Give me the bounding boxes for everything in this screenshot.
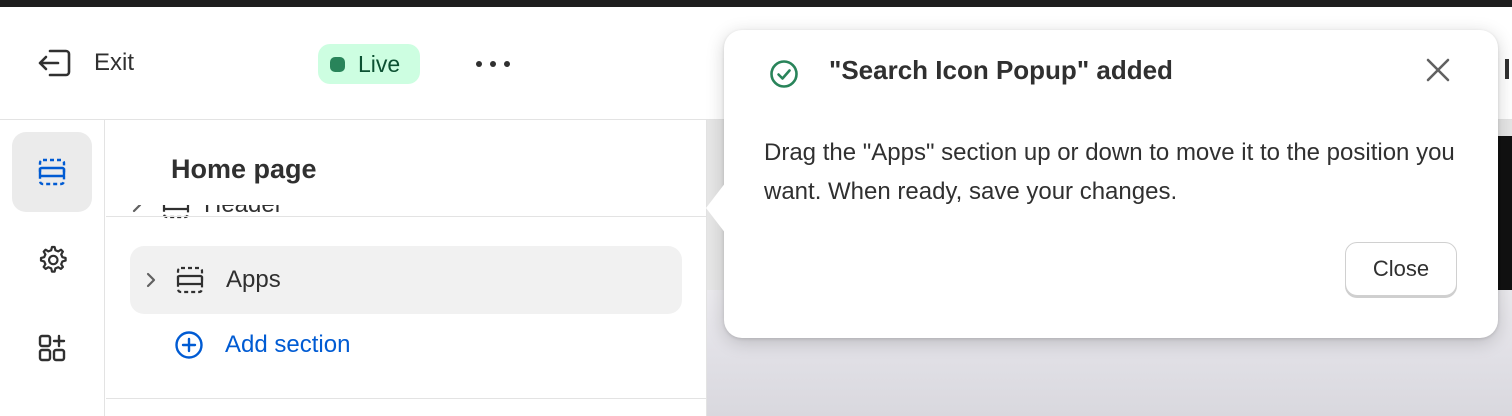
plus-circle-icon bbox=[175, 331, 203, 359]
section-label: Apps bbox=[226, 266, 281, 293]
popover-arrow bbox=[706, 182, 726, 234]
ellipsis-icon bbox=[504, 61, 510, 67]
chevron-right-icon[interactable] bbox=[144, 269, 158, 291]
exit-label: Exit bbox=[94, 49, 135, 76]
section-added-popover: "Search Icon Popup" added Drag the "Apps… bbox=[706, 30, 1498, 338]
close-icon[interactable] bbox=[1422, 54, 1454, 86]
rail-apps-button[interactable] bbox=[12, 308, 92, 388]
apps-icon bbox=[38, 334, 66, 362]
panel-title: Home page bbox=[171, 154, 317, 184]
live-status-badge: Live bbox=[318, 44, 420, 84]
ellipsis-icon bbox=[476, 61, 482, 67]
more-actions-button[interactable] bbox=[476, 55, 510, 73]
divider bbox=[106, 398, 706, 399]
ellipsis-icon bbox=[490, 61, 496, 67]
exit-button[interactable]: Exit bbox=[36, 47, 134, 79]
live-status-label: Live bbox=[358, 50, 401, 77]
gear-icon bbox=[39, 245, 67, 273]
truncated-topbar-item bbox=[1505, 59, 1509, 79]
add-section-button[interactable]: Add section bbox=[174, 330, 350, 360]
editor-side-rail bbox=[0, 120, 105, 416]
exit-icon bbox=[38, 49, 71, 77]
rail-settings-button[interactable] bbox=[12, 220, 92, 300]
popover-title: "Search Icon Popup" added bbox=[829, 55, 1173, 85]
popover-message: Drag the "Apps" section up or down to mo… bbox=[764, 139, 1455, 205]
chevron-right-icon bbox=[132, 205, 142, 213]
window-top-strip bbox=[0, 0, 1512, 7]
rail-sections-button[interactable] bbox=[12, 132, 92, 212]
preview-hero-block bbox=[1497, 136, 1512, 290]
divider bbox=[106, 216, 706, 217]
section-row-apps[interactable]: Apps bbox=[130, 246, 682, 314]
section-icon bbox=[176, 266, 204, 294]
sections-icon bbox=[38, 158, 66, 186]
sections-panel: Home page Header Apps Add section bbox=[106, 120, 707, 416]
live-status-dot bbox=[330, 56, 345, 72]
add-section-label: Add section bbox=[225, 331, 351, 358]
check-circle-icon bbox=[770, 60, 798, 88]
close-button[interactable]: Close bbox=[1345, 242, 1457, 296]
